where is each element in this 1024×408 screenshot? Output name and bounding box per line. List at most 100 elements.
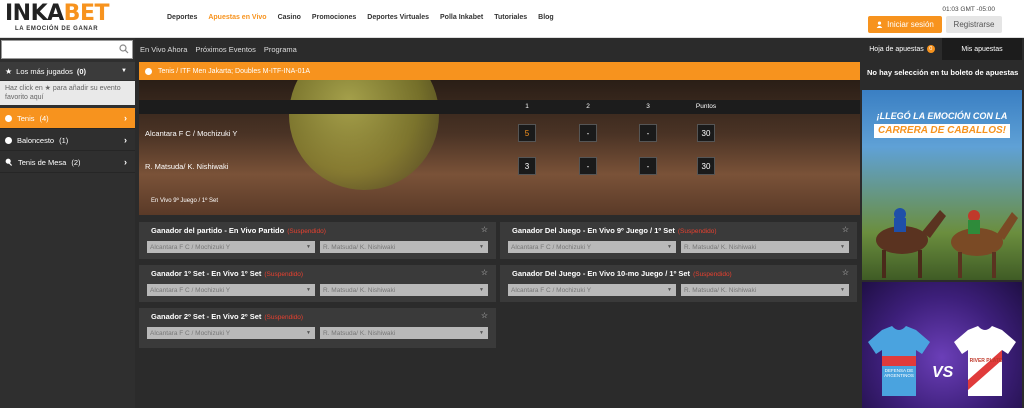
- login-label: Iniciar sesión: [887, 20, 934, 29]
- sidebar-item-tenis[interactable]: Tenis (4) ›: [0, 108, 135, 129]
- market-title-text: Ganador Del Juego - En Vivo 9º Juego / 1…: [512, 226, 675, 235]
- banner-line-2: CARRERA DE CABALLOS!: [874, 124, 1010, 138]
- team-right-label: RIVER PLATE: [969, 358, 1003, 364]
- tennis-ball-background: [289, 80, 439, 190]
- points-cell: 30: [697, 124, 715, 142]
- col-points: Puntos: [695, 103, 717, 110]
- score-cell: -: [579, 157, 597, 175]
- caret-icon: ▼: [306, 244, 311, 250]
- points-cell: 30: [697, 157, 715, 175]
- sports-sidebar: ★ Los más jugados (0) ▼ Haz click en ★ p…: [0, 38, 135, 408]
- market-card: Ganador Del Juego - En Vivo 9º Juego / 1…: [500, 222, 857, 259]
- top-header: INKABET LA EMOCIÓN DE GANAR Deportes Apu…: [0, 0, 1024, 38]
- nav-deportes-virtuales[interactable]: Deportes Virtuales: [367, 14, 429, 21]
- nav-promociones[interactable]: Promociones: [312, 14, 356, 21]
- suspended-badge: (Suspendido): [287, 228, 326, 235]
- team-left-label: DEFENSA DE ARGENTINOS: [884, 368, 914, 378]
- market-title: Ganador Del Juego - En Vivo 10-mo Juego …: [512, 269, 732, 278]
- option-label: R. Matsuda/ K. Nishiwaki: [684, 286, 757, 294]
- betslip-tabs: Hoja de apuestas 0 Mis apuestas: [862, 38, 1022, 60]
- caret-icon: ▼: [479, 287, 484, 293]
- selection-option[interactable]: Alcantara F C / Mochizuki Y ▼: [508, 241, 676, 253]
- caret-icon: ▼: [306, 287, 311, 293]
- selection-option[interactable]: Alcantara F C / Mochizuki Y ▼: [508, 284, 676, 296]
- player-away: R. Matsuda/ K. Nishiwaki: [145, 162, 229, 171]
- favorites-hint: Haz click en ★ para añadir su evento fav…: [0, 81, 135, 105]
- sidebar-item-baloncesto[interactable]: Baloncesto (1) ›: [0, 130, 135, 151]
- nav-tutoriales[interactable]: Tutoriales: [494, 14, 527, 21]
- tab-label: Hoja de apuestas: [869, 45, 924, 53]
- tennis-ball-icon: [145, 67, 152, 75]
- market-card: Ganador 2º Set - En Vivo 2º Set (Suspendi…: [139, 308, 496, 348]
- option-label: Alcantara F C / Mochizuki Y: [511, 243, 592, 251]
- market-card: Ganador 1º Set - En Vivo 1º Set (Suspendi…: [139, 265, 496, 302]
- market-title: Ganador Del Juego - En Vivo 9º Juego / 1…: [512, 226, 717, 235]
- login-button[interactable]: Iniciar sesión: [868, 16, 942, 33]
- nav-casino[interactable]: Casino: [278, 14, 301, 21]
- inkabet-logo[interactable]: INKABET LA EMOCIÓN DE GANAR: [5, 3, 133, 35]
- star-icon[interactable]: ☆: [481, 311, 488, 320]
- caret-icon: ▼: [306, 330, 311, 336]
- market-title: Ganador 1º Set - En Vivo 1º Set (Suspendi…: [151, 269, 303, 278]
- most-played-header[interactable]: ★ Los más jugados (0) ▼: [0, 62, 135, 80]
- betslip-empty-message: No hay selección en tu boleto de apuesta…: [867, 68, 1019, 77]
- register-button[interactable]: Registrarse: [946, 16, 1002, 33]
- sidebar-item-tenis-de-mesa[interactable]: Tenis de Mesa (2) ›: [0, 152, 135, 173]
- search-icon[interactable]: [119, 44, 129, 54]
- selection-option[interactable]: R. Matsuda/ K. Nishiwaki ▼: [320, 241, 488, 253]
- caret-icon: ▼: [667, 244, 672, 250]
- market-title: Ganador 2º Set - En Vivo 2º Set (Suspendi…: [151, 312, 303, 321]
- score-cell: -: [579, 124, 597, 142]
- nav-polla-inkabet[interactable]: Polla Inkabet: [440, 14, 483, 21]
- score-cell: -: [639, 157, 657, 175]
- horse-racing-banner[interactable]: ¡LLEGÓ LA EMOCIÓN CON LA CARRERA DE CABA…: [862, 90, 1022, 280]
- market-title-text: Ganador 2º Set - En Vivo 2º Set: [151, 312, 262, 321]
- selection-option[interactable]: Alcantara F C / Mochizuki Y ▼: [147, 327, 315, 339]
- vs-label: VS: [932, 364, 954, 381]
- tab-mis-apuestas[interactable]: Mis apuestas: [942, 38, 1022, 60]
- star-icon[interactable]: ☆: [481, 268, 488, 277]
- banner-line-1: ¡LLEGÓ LA EMOCIÓN CON LA: [876, 111, 1008, 121]
- tab-en-vivo-ahora[interactable]: En Vivo Ahora: [140, 45, 187, 54]
- option-label: Alcantara F C / Mochizuki Y: [511, 286, 592, 294]
- selection-option[interactable]: Alcantara F C / Mochizuki Y ▼: [147, 284, 315, 296]
- col-set-2: 2: [586, 103, 590, 110]
- option-label: R. Matsuda/ K. Nishiwaki: [684, 243, 757, 251]
- most-played-count: (0): [76, 66, 87, 76]
- football-match-banner[interactable]: DEFENSA DE ARGENTINOS VS RIVER PLATE: [862, 282, 1022, 408]
- col-set-1: 1: [525, 103, 529, 110]
- star-icon: ★: [5, 66, 13, 76]
- selection-option[interactable]: Alcantara F C / Mochizuki Y ▼: [147, 241, 315, 253]
- market-title: Ganador del partido - En Vivo Partido (Su…: [151, 226, 326, 235]
- caret-icon: ▼: [479, 244, 484, 250]
- logo-accent-text: BET: [63, 1, 110, 26]
- market-title-text: Ganador del partido - En Vivo Partido: [151, 226, 285, 235]
- star-icon[interactable]: ☆: [842, 268, 849, 277]
- tab-programa[interactable]: Programa: [264, 45, 297, 54]
- search-input[interactable]: [1, 40, 133, 59]
- suspended-badge: (Suspendido): [264, 271, 304, 278]
- tab-proximos-eventos[interactable]: Próximos Eventos: [195, 45, 255, 54]
- selection-option[interactable]: R. Matsuda/ K. Nishiwaki ▼: [681, 241, 849, 253]
- option-label: R. Matsuda/ K. Nishiwaki: [323, 286, 396, 294]
- market-title-text: Ganador Del Juego - En Vivo 10-mo Juego …: [512, 269, 691, 278]
- star-icon[interactable]: ☆: [481, 225, 488, 234]
- market-title-text: Ganador 1º Set - En Vivo 1º Set: [151, 269, 262, 278]
- event-header[interactable]: Tenis / ITF Men Jakarta; Doubles M-ITF-I…: [139, 62, 860, 80]
- selection-option[interactable]: R. Matsuda/ K. Nishiwaki ▼: [320, 327, 488, 339]
- nav-blog[interactable]: Blog: [538, 14, 554, 21]
- star-icon[interactable]: ☆: [842, 225, 849, 234]
- tab-hoja-de-apuestas[interactable]: Hoja de apuestas 0: [862, 38, 942, 60]
- nav-deportes[interactable]: Deportes: [167, 14, 197, 21]
- basketball-icon: [5, 136, 12, 144]
- sidebar-item-count: (1): [59, 135, 69, 145]
- market-card: Ganador del partido - En Vivo Partido (Su…: [139, 222, 496, 259]
- option-label: Alcantara F C / Mochizuki Y: [150, 243, 231, 251]
- selection-option[interactable]: R. Matsuda/ K. Nishiwaki ▼: [320, 284, 488, 296]
- caret-icon: ▼: [667, 287, 672, 293]
- selection-option[interactable]: R. Matsuda/ K. Nishiwaki ▼: [681, 284, 849, 296]
- sidebar-item-label: Baloncesto: [17, 135, 55, 145]
- suspended-badge: (Suspendido): [693, 271, 732, 278]
- nav-apuestas-en-vivo[interactable]: Apuestas en Vivo: [208, 14, 266, 21]
- most-played-label: Los más jugados: [16, 66, 73, 76]
